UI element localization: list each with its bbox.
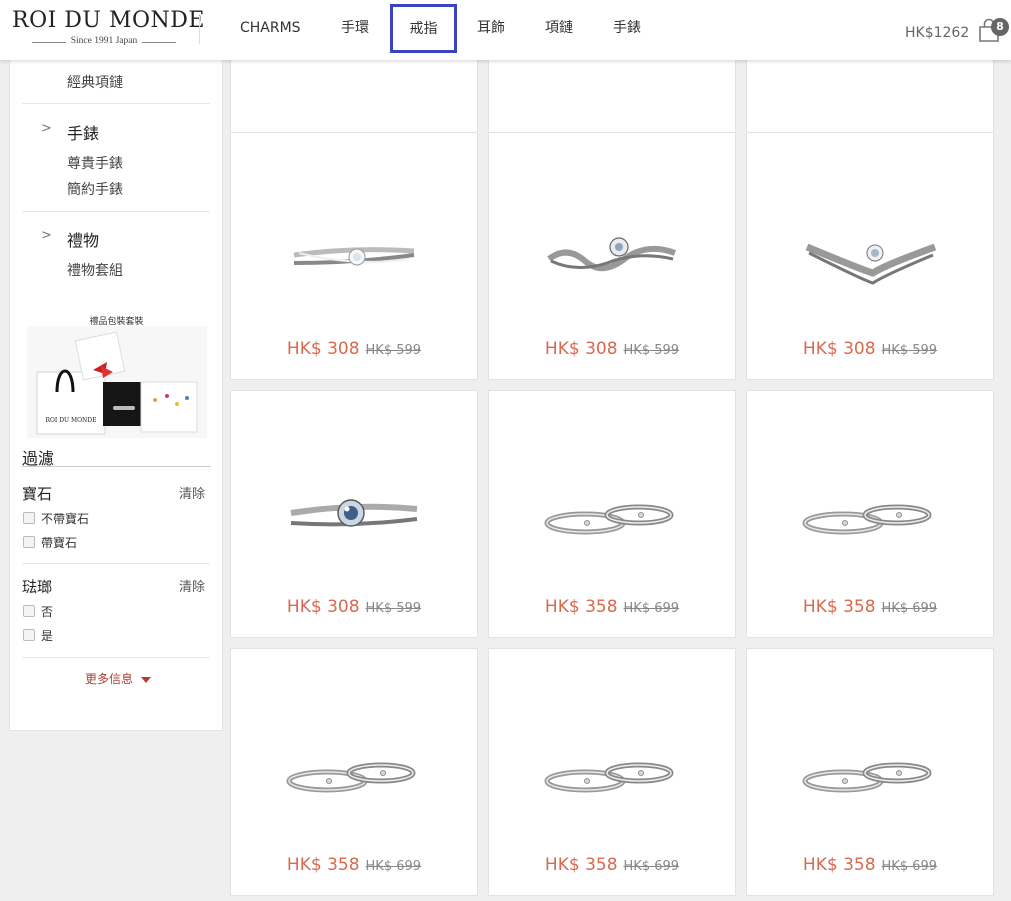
filter-group-enamel: 琺瑯 <box>22 578 53 596</box>
sidebar: 經典項鏈 > 手錶 尊貴手錶 簡約手錶 > 禮物 禮物套組 禮品包裝套裝 ROI… <box>9 60 223 731</box>
original-price: HK$ 699 <box>881 601 938 616</box>
sale-price: HK$ 358 <box>544 855 618 875</box>
sale-price: HK$ 358 <box>802 597 876 617</box>
checkbox-label: 否 <box>41 605 54 619</box>
product-image[interactable] <box>537 461 687 571</box>
nav-item-earrings[interactable]: 耳飾 <box>477 18 505 38</box>
price-row: HK$ 358 HK$ 699 <box>489 597 735 617</box>
original-price: HK$ 599 <box>365 343 422 358</box>
site-header: ROI DU MONDE Since 1991 Japan CHARMS 手環 … <box>0 0 1011 60</box>
product-image[interactable] <box>279 461 429 571</box>
original-price: HK$ 699 <box>623 859 680 874</box>
product-image[interactable] <box>795 203 945 313</box>
sidebar-divider <box>22 657 210 658</box>
original-price: HK$ 599 <box>623 343 680 358</box>
logo-divider <box>199 16 200 44</box>
sale-price: HK$ 358 <box>544 597 618 617</box>
checkbox-label: 帶寶石 <box>41 536 78 550</box>
brand-name: ROI DU MONDE <box>12 8 205 33</box>
promo-bag-brand: ROI DU MONDE <box>46 417 97 424</box>
original-price: HK$ 699 <box>623 601 680 616</box>
price-row: HK$ 358 HK$ 699 <box>747 855 993 875</box>
filter-group-gemstone: 寶石 <box>22 485 53 503</box>
checkbox[interactable] <box>23 629 35 641</box>
nav-item-rings[interactable]: 戒指 <box>390 4 457 53</box>
product-image[interactable] <box>537 719 687 829</box>
checkbox-label: 是 <box>41 629 54 643</box>
product-card[interactable]: HK$ 358 HK$ 699 <box>488 648 736 896</box>
original-price: HK$ 599 <box>365 601 422 616</box>
original-price: HK$ 699 <box>365 859 422 874</box>
product-card[interactable]: HK$ 308 HK$ 599 <box>488 132 736 380</box>
product-card[interactable]: HK$ 308 HK$ 599 <box>230 132 478 380</box>
price-row: HK$ 358 HK$ 699 <box>489 855 735 875</box>
sale-price: HK$ 308 <box>802 339 876 359</box>
product-image[interactable] <box>795 719 945 829</box>
product-image[interactable] <box>537 203 687 313</box>
sidebar-link-classic-necklace[interactable]: 經典項鏈 <box>67 72 123 92</box>
chevron-right-icon[interactable]: > <box>41 121 52 136</box>
nav-item-necklaces[interactable]: 項鏈 <box>545 18 573 38</box>
price-row: HK$ 358 HK$ 699 <box>747 597 993 617</box>
product-image[interactable] <box>795 461 945 571</box>
price-row: HK$ 358 HK$ 699 <box>231 855 477 875</box>
price-row: HK$ 308 HK$ 599 <box>231 339 477 359</box>
product-card[interactable]: HK$ 308 HK$ 599 <box>230 390 478 638</box>
price-row: HK$ 308 HK$ 599 <box>747 339 993 359</box>
caret-down-icon <box>141 676 152 683</box>
filter-clear-enamel[interactable]: 清除 <box>179 576 205 595</box>
price-row: HK$ 308 HK$ 599 <box>489 339 735 359</box>
checkbox[interactable] <box>23 605 35 617</box>
product-card[interactable]: HK$ 358 HK$ 699 <box>746 390 994 638</box>
nav-item-bracelets[interactable]: 手環 <box>341 18 369 38</box>
sale-price: HK$ 308 <box>286 597 360 617</box>
sidebar-link-simple-watches[interactable]: 簡約手錶 <box>67 179 123 199</box>
gift-package-image[interactable]: ROI DU MONDE <box>27 326 207 438</box>
price-row: HK$ 308 HK$ 599 <box>231 597 477 617</box>
product-card[interactable]: HK$ 308 HK$ 599 <box>746 132 994 380</box>
product-image[interactable] <box>279 719 429 829</box>
cart-count-badge: 8 <box>991 18 1009 36</box>
cart-total[interactable]: HK$1262 <box>905 25 969 41</box>
brand-tagline: Since 1991 Japan <box>12 36 196 46</box>
sale-price: HK$ 308 <box>544 339 618 359</box>
sale-price: HK$ 358 <box>802 855 876 875</box>
sidebar-category-gifts[interactable]: 禮物 <box>67 227 99 251</box>
nav-item-charms[interactable]: CHARMS <box>240 18 301 38</box>
more-info-link[interactable]: 更多信息 <box>85 670 152 687</box>
sidebar-divider <box>22 563 210 564</box>
filter-underline <box>22 466 211 467</box>
sidebar-divider <box>22 211 210 212</box>
sale-price: HK$ 308 <box>286 339 360 359</box>
filter-clear-gemstone[interactable]: 清除 <box>179 483 205 502</box>
checkbox[interactable] <box>23 512 35 524</box>
original-price: HK$ 699 <box>881 859 938 874</box>
product-card[interactable]: HK$ 358 HK$ 699 <box>746 648 994 896</box>
sale-price: HK$ 358 <box>286 855 360 875</box>
brand-logo[interactable]: ROI DU MONDE Since 1991 Japan <box>12 8 205 50</box>
sidebar-link-gift-sets[interactable]: 禮物套組 <box>67 260 123 280</box>
sidebar-link-premium-watches[interactable]: 尊貴手錶 <box>67 153 123 173</box>
chevron-right-icon[interactable]: > <box>41 228 52 243</box>
product-image[interactable] <box>279 203 429 313</box>
sidebar-category-watches[interactable]: 手錶 <box>67 120 99 144</box>
more-info-label: 更多信息 <box>85 672 134 686</box>
checkbox-label: 不帶寶石 <box>41 512 90 526</box>
original-price: HK$ 599 <box>881 343 938 358</box>
sidebar-divider <box>22 103 210 104</box>
product-card[interactable]: HK$ 358 HK$ 699 <box>488 390 736 638</box>
product-card[interactable]: HK$ 358 HK$ 699 <box>230 648 478 896</box>
nav-item-watches[interactable]: 手錶 <box>613 18 641 38</box>
checkbox[interactable] <box>23 536 35 548</box>
